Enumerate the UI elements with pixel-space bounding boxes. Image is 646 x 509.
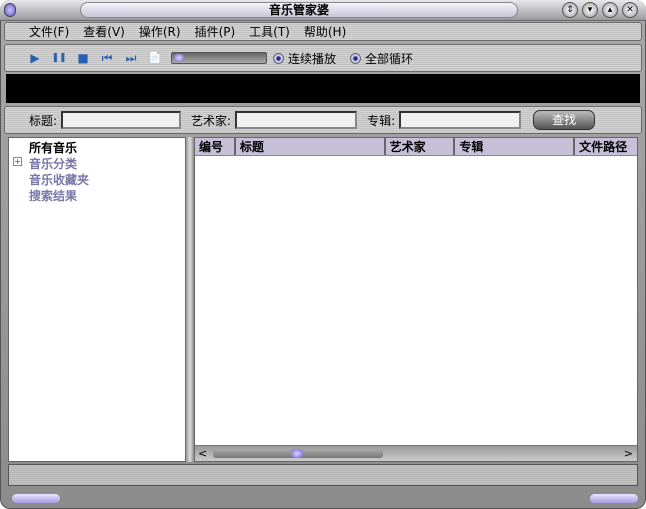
title-bar[interactable]: 音乐管家婆 ⇕ ▾ ▴ ✕ [0, 0, 646, 21]
tree-item-categories[interactable]: 音乐分类 [29, 155, 77, 172]
maximize-button[interactable]: ▴ [602, 2, 618, 18]
bottom-right-grip [590, 494, 638, 503]
shade-button[interactable]: ⇕ [562, 2, 578, 18]
list-header: 编号 标题 艺术家 专辑 文件路径 [195, 138, 637, 156]
column-number[interactable]: 编号 [195, 138, 236, 155]
pane-splitter[interactable] [186, 137, 194, 462]
menu-view[interactable]: 查看(V) [83, 23, 125, 40]
playlist-edit-icon[interactable]: 📄 [147, 50, 163, 66]
menu-tools[interactable]: 工具(T) [249, 23, 290, 40]
expand-icon[interactable]: + [13, 157, 22, 166]
menu-operate[interactable]: 操作(R) [139, 23, 181, 40]
now-playing-display [6, 74, 640, 103]
column-title[interactable]: 标题 [236, 138, 386, 155]
bottom-left-grip [12, 494, 60, 503]
continuous-play-label[interactable]: 连续播放 [288, 50, 336, 67]
status-bar [8, 464, 638, 486]
column-artist[interactable]: 艺术家 [386, 138, 456, 155]
horizontal-scrollbar[interactable]: < > [195, 445, 637, 461]
scroll-right-icon[interactable]: > [624, 447, 633, 460]
artist-label: 艺术家: [191, 113, 232, 128]
minimize-button[interactable]: ▾ [582, 2, 598, 18]
close-button[interactable]: ✕ [622, 2, 638, 18]
find-button[interactable]: 查找 [533, 110, 596, 130]
menu-plugins[interactable]: 插件(P) [195, 23, 236, 40]
seek-slider[interactable] [171, 52, 267, 64]
continuous-play-radio[interactable] [273, 52, 284, 64]
scroll-left-icon[interactable]: < [198, 447, 207, 460]
tree-item-favorites[interactable]: 音乐收藏夹 [29, 171, 89, 188]
seek-thumb[interactable] [174, 54, 184, 62]
album-label: 专辑: [367, 113, 396, 128]
menu-help[interactable]: 帮助(H) [304, 23, 346, 40]
tree-item-all-music[interactable]: 所有音乐 [29, 139, 77, 156]
title-search-input[interactable] [61, 111, 182, 129]
menu-bar: 文件(F) 查看(V) 操作(R) 插件(P) 工具(T) 帮助(H) [4, 22, 642, 41]
music-list: 编号 标题 艺术家 专辑 文件路径 < > [194, 137, 638, 462]
loop-all-radio[interactable] [350, 52, 362, 64]
category-tree: 所有音乐 + 音乐分类 音乐收藏夹 搜索结果 [8, 137, 186, 462]
column-file-path[interactable]: 文件路径 [575, 138, 637, 155]
search-bar: 标题: 艺术家: 专辑: 查找 [4, 106, 642, 134]
loop-all-label[interactable]: 全部循环 [365, 50, 413, 67]
window-title: 音乐管家婆 [80, 2, 518, 18]
title-label: 标题: [29, 113, 58, 128]
stop-icon[interactable]: ■ [75, 50, 91, 66]
player-toolbar: ▶ ❚❚ ■ ⏮ ⏭ 📄 连续播放 全部循环 [4, 44, 642, 72]
column-album[interactable]: 专辑 [455, 138, 576, 155]
scrollbar-thumb[interactable] [213, 449, 383, 458]
next-icon[interactable]: ⏭ [123, 50, 139, 66]
menu-file[interactable]: 文件(F) [29, 23, 69, 40]
album-search-input[interactable] [399, 111, 522, 129]
tree-item-search-results[interactable]: 搜索结果 [29, 187, 77, 204]
pause-icon[interactable]: ❚❚ [51, 50, 67, 66]
play-icon[interactable]: ▶ [27, 50, 43, 66]
app-menu-icon[interactable] [4, 3, 16, 17]
artist-search-input[interactable] [235, 111, 358, 129]
previous-icon[interactable]: ⏮ [99, 50, 115, 66]
